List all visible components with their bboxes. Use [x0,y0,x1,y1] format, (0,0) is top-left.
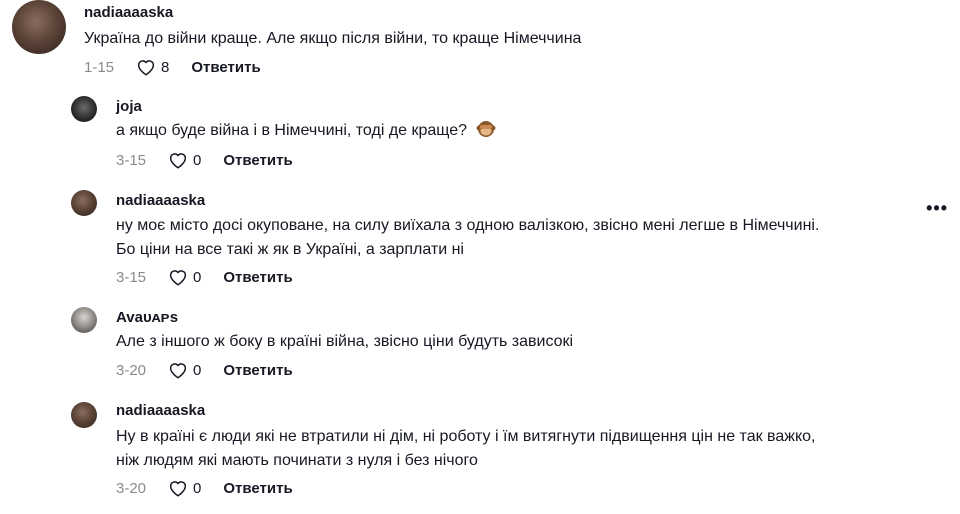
like-count: 0 [193,268,202,286]
more-options-button[interactable]: ••• [926,198,948,219]
comment-username[interactable]: nadiaaaaska [84,4,173,21]
comment-meta: 3-20 0 Ответить [116,479,293,497]
heart-icon [169,270,187,286]
comment-reply: nadiaaaaska ну моє місто досі окуповане,… [0,188,960,298]
comment-text: Але з іншого ж боку в країні війна, звіс… [116,333,574,350]
like-count: 0 [193,361,202,379]
heart-icon [169,153,187,169]
comment-username[interactable]: nadiaaaaska [116,402,205,419]
heart-icon [169,363,187,379]
comment-date: 3-15 [116,151,147,169]
like-button[interactable]: 0 [168,151,201,169]
see-no-evil-monkey-icon [476,121,496,137]
heart-icon [137,60,155,76]
comment-date: 1-15 [84,58,115,76]
comment-text-line: ніж людям які мають починати з нуля і бе… [116,452,478,469]
comment-text-line: Ну в країні є люди які не втратили ні ді… [116,428,816,445]
comment-text-line: Бо ціни на все такі ж як в Україні, а за… [116,241,464,258]
reply-button[interactable]: Ответить [191,59,260,76]
comment-text: Україна до війни краще. Але якщо після в… [84,30,582,47]
comment-text-line: ну моє місто досі окуповане, на силу виї… [116,217,820,234]
user-avatar[interactable] [12,0,66,54]
comment-meta: 1-15 8 Ответить [84,58,261,76]
comment-meta: 3-15 0 Ответить [116,268,293,286]
like-count: 0 [193,151,202,169]
comment-username[interactable]: Avaᴜᴀᴘs [116,309,178,326]
comment-username[interactable]: nadiaaaaska [116,192,205,209]
user-avatar[interactable] [71,190,97,216]
like-count: 0 [193,479,202,497]
comment-meta: 3-15 0 Ответить [116,151,293,169]
comment-text: а якщо буде війна і в Німеччині, тоді де… [116,118,496,143]
like-count: 8 [161,58,170,76]
comment-username[interactable]: joja [116,98,142,115]
like-button[interactable]: 8 [136,58,169,76]
comment-meta: 3-20 0 Ответить [116,361,293,379]
heart-icon [169,481,187,497]
comment-date: 3-20 [116,361,147,379]
user-avatar[interactable] [71,96,97,122]
comment-text-line: а якщо буде війна і в Німеччині, тоді де… [116,122,472,139]
comment-reply: Avaᴜᴀᴘs Але з іншого ж боку в країні вій… [0,305,960,390]
like-button[interactable]: 0 [168,361,201,379]
user-avatar[interactable] [71,307,97,333]
like-button[interactable]: 0 [168,479,201,497]
comment-reply: nadiaaaaska Ну в країні є люди які не вт… [0,400,960,510]
reply-button[interactable]: Ответить [223,362,292,379]
reply-button[interactable]: Ответить [223,269,292,286]
comment-date: 3-15 [116,268,147,286]
user-avatar[interactable] [71,402,97,428]
like-button[interactable]: 0 [168,268,201,286]
comment-reply: joja а якщо буде війна і в Німеччині, то… [0,94,960,174]
reply-button[interactable]: Ответить [223,152,292,169]
comment-top-level: nadiaaaaska Україна до війни краще. Але … [0,0,960,90]
reply-button[interactable]: Ответить [223,480,292,497]
comment-date: 3-20 [116,479,147,497]
